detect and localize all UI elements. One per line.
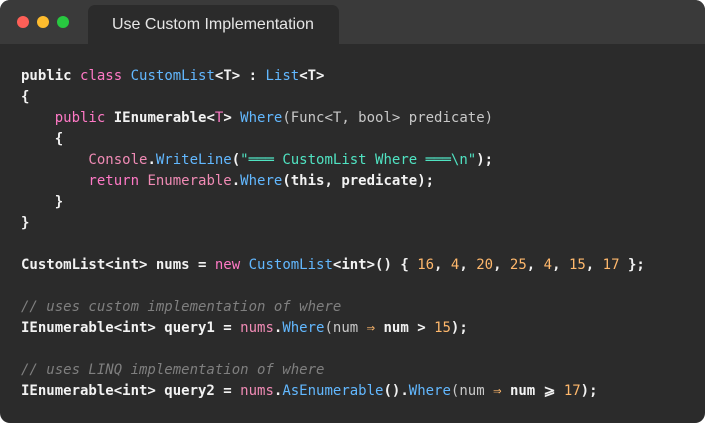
- code-token: ().: [383, 383, 409, 399]
- lambda-param: (num: [450, 383, 485, 399]
- separator: ,: [552, 257, 569, 273]
- minimize-window-icon[interactable]: [37, 16, 49, 28]
- code-block: public class CustomList<T> : List<T>{ pu…: [21, 66, 645, 402]
- code-line-13: IEnumerable<int> query1 = nums.Where(num…: [21, 318, 645, 339]
- number-literal: 17: [563, 383, 581, 399]
- type-name: CustomList: [240, 257, 333, 273]
- title-bar: Use Custom Implementation: [0, 0, 705, 44]
- parameter-list: (Func<T, bool> predicate): [282, 110, 494, 126]
- tab-title[interactable]: Use Custom Implementation: [88, 5, 339, 44]
- keyword: public: [21, 68, 72, 84]
- code-line-8: }: [21, 215, 30, 231]
- lambda-arrow: ⇒: [484, 383, 510, 399]
- class-ref: Console: [21, 152, 148, 168]
- method-name: WriteLine: [155, 152, 232, 168]
- code-line-3: public IEnumerable<T> Where(Func<T, bool…: [21, 108, 645, 129]
- close-window-icon[interactable]: [17, 16, 29, 28]
- separator: ,: [434, 257, 451, 273]
- method-name: Where: [408, 383, 451, 399]
- code-comment: // uses custom implementation of where: [21, 299, 342, 315]
- number-literal: 4: [543, 257, 553, 273]
- code-token: <T>: [299, 68, 325, 84]
- number-literal: 15: [568, 257, 586, 273]
- code-token: <T> :: [214, 68, 266, 84]
- code-line-5: Console.WriteLine("═══ CustomList Where …: [21, 150, 645, 171]
- code-token: <int>() {: [332, 257, 418, 273]
- code-line-7: }: [21, 194, 64, 210]
- method-name: Where: [240, 173, 283, 189]
- number-literal: 15: [434, 320, 451, 336]
- code-token: >: [223, 110, 241, 126]
- number-literal: 20: [476, 257, 494, 273]
- separator: ,: [493, 257, 510, 273]
- number-literal: 17: [602, 257, 620, 273]
- separator: ,: [585, 257, 603, 273]
- keyword: return: [21, 173, 140, 189]
- code-token: num >: [383, 320, 435, 336]
- code-token: num ⩾: [509, 383, 564, 399]
- lambda-arrow: ⇒: [358, 320, 384, 336]
- separator: ,: [459, 257, 477, 273]
- variable-ref: nums: [240, 383, 274, 399]
- code-line-4: {: [21, 131, 64, 147]
- code-line-10: CustomList<int> nums = new CustomList<in…: [21, 255, 645, 276]
- code-line-2: {: [21, 89, 30, 105]
- type-name: List: [265, 68, 300, 84]
- code-window: Use Custom Implementation public class C…: [0, 0, 705, 423]
- code-token: CustomList<int> nums =: [21, 257, 215, 273]
- method-name: AsEnumerable: [282, 383, 384, 399]
- code-token: IEnumerable<int> query1 =: [21, 320, 241, 336]
- code-token: (: [231, 152, 241, 168]
- method-name: Where: [282, 320, 325, 336]
- method-name: Where: [240, 110, 283, 126]
- keyword: new: [214, 257, 241, 273]
- number-literal: 16: [417, 257, 435, 273]
- separator: ,: [526, 257, 544, 273]
- code-token: IEnumerable<: [105, 110, 215, 126]
- code-token: .: [147, 152, 156, 168]
- code-token: );: [476, 152, 494, 168]
- keyword: class: [80, 68, 123, 84]
- code-token: );: [450, 320, 468, 336]
- code-token: };: [619, 257, 645, 273]
- type-name: CustomList: [130, 68, 215, 84]
- keyword: public: [21, 110, 106, 126]
- code-token: );: [580, 383, 598, 399]
- string-literal: "═══ CustomList Where ═══\n": [240, 152, 477, 168]
- maximize-window-icon[interactable]: [57, 16, 69, 28]
- variable-ref: nums: [240, 320, 274, 336]
- code-token: .: [231, 173, 241, 189]
- code-line-6: return Enumerable.Where(this, predicate)…: [21, 171, 645, 192]
- code-token: (this, predicate);: [282, 173, 435, 189]
- lambda-param: (num: [324, 320, 359, 336]
- code-line-16: IEnumerable<int> query2 = nums.AsEnumera…: [21, 381, 645, 402]
- code-comment: // uses LINQ implementation of where: [21, 362, 325, 378]
- class-ref: Enumerable: [139, 173, 232, 189]
- code-token: IEnumerable<int> query2 =: [21, 383, 241, 399]
- code-line-1: public class CustomList<T> : List<T>: [21, 66, 645, 87]
- number-literal: 25: [509, 257, 527, 273]
